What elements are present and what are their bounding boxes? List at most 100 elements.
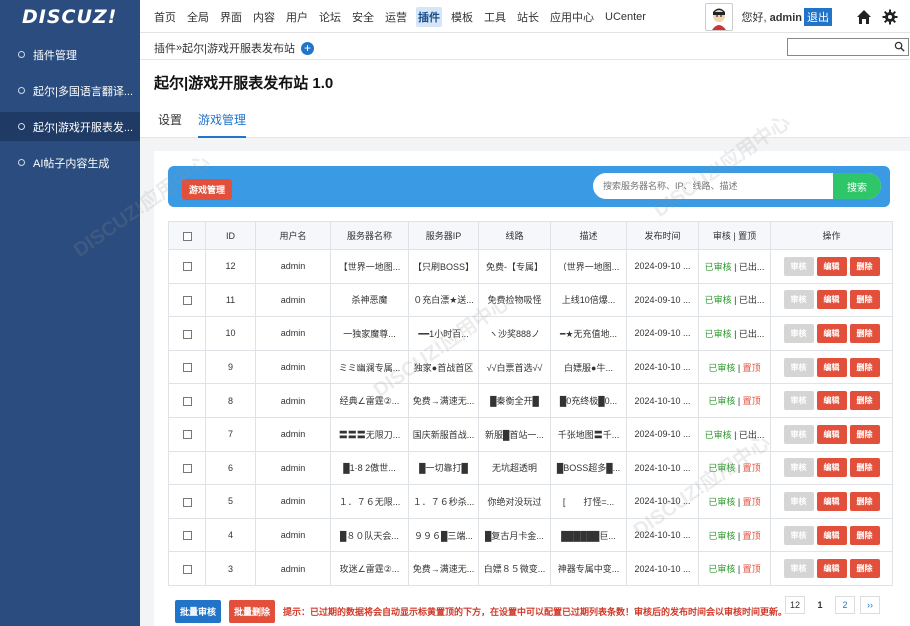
game-manage-tag[interactable]: 游戏管理 — [182, 179, 233, 200]
nav-item[interactable]: 首页 — [152, 7, 178, 27]
status-separator: | — [735, 362, 743, 373]
review-button[interactable]: 审核 — [783, 256, 814, 276]
row-actions: 审核 编辑 删除 — [774, 491, 889, 511]
nav-item[interactable]: 界面 — [218, 7, 244, 27]
search-input[interactable] — [603, 173, 828, 199]
batch-approve-button[interactable]: 批量审核 — [175, 600, 222, 623]
review-button[interactable]: 审核 — [783, 391, 814, 411]
cell-user: admin — [255, 282, 331, 318]
cell-line: ヽ沙奖888ノ — [478, 316, 551, 351]
nav-item[interactable]: 模板 — [449, 7, 475, 27]
nav-item[interactable]: 工具 — [482, 7, 508, 27]
cell-status: 已审核 | 已出... — [698, 282, 771, 318]
sidebar-item-ai-content[interactable]: AI帖子内容生成 — [0, 148, 140, 177]
search-icon[interactable] — [894, 41, 905, 52]
delete-button[interactable]: 删除 — [849, 491, 880, 511]
nav-item[interactable]: 论坛 — [317, 7, 343, 27]
cell-status: 已审核 | 已出... — [698, 316, 771, 351]
nav-item[interactable]: UCenter — [603, 9, 648, 25]
nav-item[interactable]: 用户 — [284, 7, 310, 27]
nav-item[interactable]: 内容 — [251, 7, 277, 27]
cell-server-name: 【世界一地图... — [330, 249, 409, 284]
logo[interactable]: DISCUZ! — [0, 0, 140, 33]
cell-id: 6 — [205, 450, 256, 486]
batch-delete-button[interactable]: 批量删除 — [229, 600, 276, 623]
edit-button[interactable]: 编辑 — [816, 525, 847, 545]
home-icon[interactable] — [856, 9, 872, 25]
pager-next-button[interactable]: ›› — [860, 596, 880, 614]
row-checkbox[interactable] — [182, 262, 192, 272]
delete-button[interactable]: 删除 — [849, 458, 880, 478]
cell-user: admin — [255, 551, 331, 586]
row-actions: 审核 编辑 删除 — [774, 458, 889, 478]
edit-button[interactable]: 编辑 — [816, 290, 847, 310]
row-checkbox[interactable] — [182, 363, 192, 373]
status-approved: 已审核 — [708, 362, 736, 373]
delete-button[interactable]: 删除 — [849, 424, 880, 444]
row-checkbox[interactable] — [182, 295, 192, 305]
delete-button[interactable]: 删除 — [849, 391, 880, 411]
delete-button[interactable]: 删除 — [849, 559, 880, 579]
edit-button[interactable]: 编辑 — [816, 491, 847, 511]
review-button[interactable]: 审核 — [783, 458, 814, 478]
nav-item[interactable]: 安全 — [350, 7, 376, 27]
nav-item[interactable]: 运营 — [383, 7, 409, 27]
edit-button[interactable]: 编辑 — [816, 391, 847, 411]
pager-page-link[interactable]: 2 — [835, 596, 855, 614]
review-button[interactable]: 审核 — [783, 559, 814, 579]
edit-button[interactable]: 编辑 — [816, 256, 847, 276]
row-checkbox[interactable] — [182, 396, 192, 406]
table-row: 11 admin 杀神恶魔 ０充白漂★送... 免费捡物吸怪 上线10倍爆... 2024-… — [168, 282, 893, 318]
table-row: 3 admin 玫迷∠雷霆②... 免费→满速无... 白嫖８５微变... 神器专属中变.… — [168, 551, 893, 586]
avatar[interactable] — [705, 2, 734, 31]
logo-text: DISCUZ! — [22, 5, 118, 28]
cell-desc: 白嫖服●牛... — [550, 349, 627, 385]
sidebar-item-plugin-manage[interactable]: 插件管理 — [0, 40, 140, 69]
delete-button[interactable]: 删除 — [849, 323, 880, 343]
sidebar-item-translate[interactable]: 起尔|多国语言翻译... — [0, 76, 140, 105]
cell-id: 4 — [205, 517, 256, 553]
search-button[interactable]: 搜索 — [833, 173, 881, 199]
edit-button[interactable]: 编辑 — [816, 424, 847, 444]
review-button[interactable]: 审核 — [783, 357, 814, 377]
edit-button[interactable]: 编辑 — [816, 357, 847, 377]
table-header-row: ID 用户名 服务器名称 服务器IP 线路 描述 发布时间 审核 | 置顶 操作 — [168, 221, 893, 250]
logout-button[interactable]: 退出 — [804, 7, 832, 26]
nav-item[interactable]: 应用中心 — [548, 7, 596, 27]
pager-current-page: 1 — [810, 596, 830, 614]
edit-button[interactable]: 编辑 — [816, 323, 847, 343]
row-checkbox[interactable] — [182, 497, 192, 507]
edit-button[interactable]: 编辑 — [816, 458, 847, 478]
review-button[interactable]: 审核 — [783, 424, 814, 444]
row-checkbox[interactable] — [182, 430, 192, 440]
row-checkbox[interactable] — [182, 329, 192, 339]
nav-item[interactable]: 站长 — [515, 7, 541, 27]
delete-button[interactable]: 删除 — [849, 525, 880, 545]
review-button[interactable]: 审核 — [783, 525, 814, 545]
row-checkbox[interactable] — [182, 463, 192, 473]
delete-button[interactable]: 删除 — [849, 357, 880, 377]
delete-button[interactable]: 删除 — [849, 290, 880, 310]
edit-button[interactable]: 编辑 — [816, 559, 847, 579]
plus-icon[interactable]: + — [300, 41, 314, 55]
review-button[interactable]: 审核 — [783, 491, 814, 511]
gear-icon[interactable] — [882, 9, 898, 25]
tab-game-manage[interactable]: 游戏管理 — [198, 111, 247, 138]
page-header: 起尔|游戏开服表发布站 1.0 设置 游戏管理 — [140, 60, 910, 138]
breadcrumb-root[interactable]: 插件 — [154, 40, 176, 56]
row-checkbox[interactable] — [182, 564, 192, 574]
select-all-checkbox[interactable] — [182, 231, 192, 241]
sidebar-item-game-server[interactable]: 起尔|游戏开服表发... — [0, 112, 140, 141]
review-button[interactable]: 审核 — [783, 290, 814, 310]
cell-user: admin — [255, 349, 331, 385]
tab-settings[interactable]: 设置 — [158, 111, 182, 138]
cell-id: 7 — [205, 416, 256, 452]
main-panel: 游戏管理 搜索 ID 用户名 服务器名称 服务器IP 线路 描述 发布时间 审核… — [154, 151, 910, 626]
quick-search-input[interactable] — [787, 38, 909, 56]
review-button[interactable]: 审核 — [783, 323, 814, 343]
nav-item[interactable]: 全局 — [185, 7, 211, 27]
row-checkbox[interactable] — [182, 531, 192, 541]
delete-button[interactable]: 删除 — [849, 256, 880, 276]
page-title: 起尔|游戏开服表发布站 1.0 — [154, 75, 334, 92]
nav-item[interactable]: 插件 — [416, 6, 442, 27]
